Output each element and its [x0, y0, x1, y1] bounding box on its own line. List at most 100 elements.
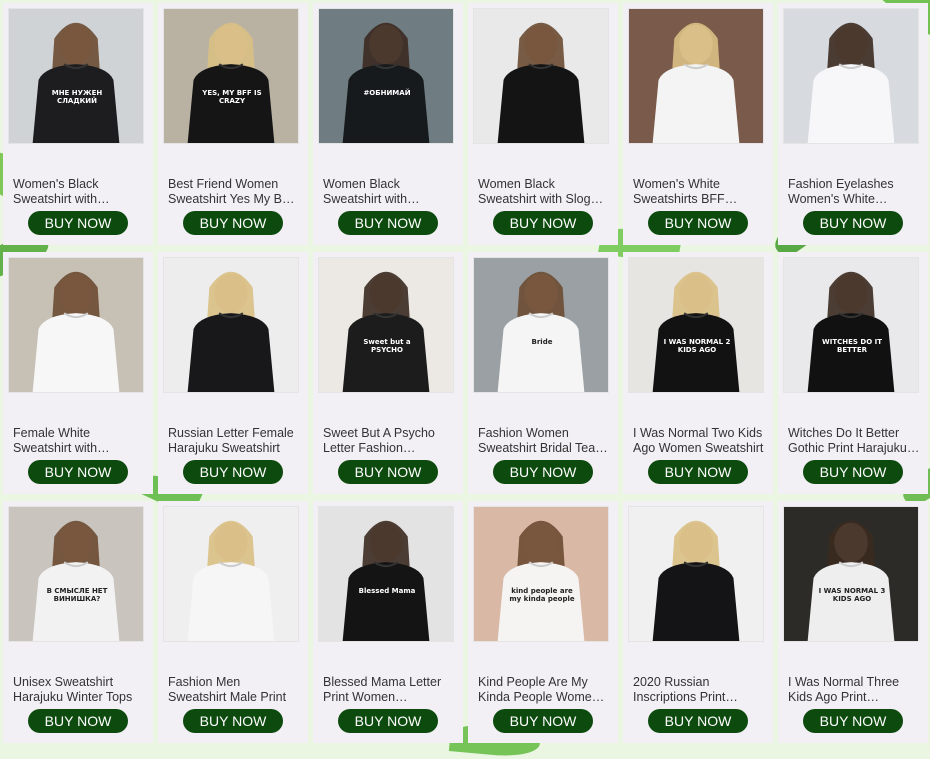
product-card[interactable]: 2020 Russian Inscriptions Print Sweatshi…	[623, 501, 773, 743]
shirt-print-text: Blessed Mama	[358, 587, 416, 595]
sweatshirt-illustration	[629, 258, 763, 392]
product-card[interactable]: В СМЫСЛЕ НЕТ ВИНИШКА? Unisex Sweatshirt H…	[3, 501, 153, 743]
product-title[interactable]: Fashion Eyelashes Women's White Sweatshi…	[788, 177, 920, 207]
product-card[interactable]: Russian Letter Female Harajuku Sweatshir…	[158, 252, 308, 494]
product-card[interactable]: МНЕ НУЖЕН СЛАДКИЙ Women's Black Sweatshir…	[3, 3, 153, 245]
sweatshirt-illustration	[164, 507, 298, 641]
product-title[interactable]: Russian Letter Female Harajuku Sweatshir…	[168, 426, 300, 456]
product-card[interactable]: I WAS NORMAL 3 KIDS AGO I Was Normal Thre…	[778, 501, 928, 743]
product-card[interactable]: Women's White Sweatshirts BFF Burger Fri…	[623, 3, 773, 245]
product-image[interactable]	[8, 257, 144, 393]
buy-now-button[interactable]: BUY NOW	[183, 460, 283, 484]
shirt-print-text: Sweet but a PSYCHO	[363, 338, 411, 354]
product-title[interactable]: Women's White Sweatshirts BFF Burger Fri…	[633, 177, 765, 207]
product-image[interactable]	[628, 8, 764, 144]
sweatshirt-illustration	[164, 258, 298, 392]
product-title[interactable]: Women Black Sweatshirt with Slogan Print	[478, 177, 610, 207]
buy-now-button[interactable]: BUY NOW	[28, 460, 128, 484]
buy-now-button[interactable]: BUY NOW	[28, 709, 128, 733]
buy-now-button[interactable]: BUY NOW	[493, 211, 593, 235]
shirt-print-text: МНЕ НУЖЕН СЛАДКИЙ	[51, 89, 103, 105]
product-image[interactable]: #ОБНИМАЙ	[318, 8, 454, 144]
product-title[interactable]: I Was Normal Three Kids Ago Print Sweats…	[788, 675, 920, 705]
buy-now-button[interactable]: BUY NOW	[183, 709, 283, 733]
shirt-print-text: Bride	[531, 338, 553, 346]
shirt-print-text: kind people are my kinda people	[509, 587, 575, 603]
sweatshirt-illustration	[629, 507, 763, 641]
product-image[interactable]	[163, 506, 299, 642]
sweatshirt-illustration	[9, 507, 143, 641]
shirt-print-text: WITCHES DO IT BETTER	[822, 338, 882, 354]
product-image[interactable]: Sweet but a PSYCHO	[318, 257, 454, 393]
product-title[interactable]: Fashion Men Sweatshirt Male Print	[168, 675, 300, 705]
buy-now-button[interactable]: BUY NOW	[803, 709, 903, 733]
product-title[interactable]: Unisex Sweatshirt Harajuku Winter Tops	[13, 675, 145, 705]
sweatshirt-illustration	[474, 507, 608, 641]
product-card[interactable]: Female White Sweatshirt with Russian Let…	[3, 252, 153, 494]
buy-now-button[interactable]: BUY NOW	[338, 460, 438, 484]
product-title[interactable]: Blessed Mama Letter Print Women Sweatshi…	[323, 675, 455, 705]
buy-now-button[interactable]: BUY NOW	[493, 460, 593, 484]
product-card[interactable]: Blessed Mama Blessed Mama Letter Print Wo…	[313, 501, 463, 743]
product-image[interactable]: YES, MY BFF IS CRAZY	[163, 8, 299, 144]
shirt-print-text: В СМЫСЛЕ НЕТ ВИНИШКА?	[46, 587, 108, 603]
buy-now-button[interactable]: BUY NOW	[183, 211, 283, 235]
sweatshirt-illustration	[474, 9, 608, 143]
sweatshirt-illustration	[474, 258, 608, 392]
shirt-print-text: YES, MY BFF IS CRAZY	[202, 89, 262, 105]
product-image[interactable]: I WAS NORMAL 2 KIDS AGO	[628, 257, 764, 393]
product-title[interactable]: 2020 Russian Inscriptions Print Sweatshi…	[633, 675, 765, 705]
product-image[interactable]: I WAS NORMAL 3 KIDS AGO	[783, 506, 919, 642]
product-image[interactable]: kind people are my kinda people	[473, 506, 609, 642]
sweatshirt-illustration	[784, 507, 918, 641]
buy-now-button[interactable]: BUY NOW	[648, 211, 748, 235]
product-title[interactable]: Kind People Are My Kinda People Women Sw…	[478, 675, 610, 705]
product-title[interactable]: Female White Sweatshirt with Russian Let…	[13, 426, 145, 456]
product-title[interactable]: Witches Do It Better Gothic Print Haraju…	[788, 426, 920, 456]
sweatshirt-illustration	[784, 9, 918, 143]
product-image[interactable]	[163, 257, 299, 393]
product-card[interactable]: #ОБНИМАЙ Women Black Sweatshirt with Russ…	[313, 3, 463, 245]
buy-now-button[interactable]: BUY NOW	[493, 709, 593, 733]
product-card[interactable]: kind people are my kinda people Kind Peop…	[468, 501, 618, 743]
product-card[interactable]: Women Black Sweatshirt with Slogan Print…	[468, 3, 618, 245]
buy-now-button[interactable]: BUY NOW	[648, 709, 748, 733]
product-image[interactable]: Bride	[473, 257, 609, 393]
product-title[interactable]: Women Black Sweatshirt with Russian Lett…	[323, 177, 455, 207]
product-card[interactable]: YES, MY BFF IS CRAZY Best Friend Women Sw…	[158, 3, 308, 245]
product-card[interactable]: Fashion Eyelashes Women's White Sweatshi…	[778, 3, 928, 245]
product-title[interactable]: I Was Normal Two Kids Ago Women Sweatshi…	[633, 426, 765, 456]
buy-now-button[interactable]: BUY NOW	[803, 211, 903, 235]
product-image[interactable]	[628, 506, 764, 642]
product-image[interactable]: МНЕ НУЖЕН СЛАДКИЙ	[8, 8, 144, 144]
product-image[interactable]: Blessed Mama	[318, 506, 454, 642]
product-card[interactable]: WITCHES DO IT BETTER Witches Do It Better…	[778, 252, 928, 494]
sweatshirt-illustration	[9, 258, 143, 392]
product-image[interactable]: В СМЫСЛЕ НЕТ ВИНИШКА?	[8, 506, 144, 642]
product-title[interactable]: Women's Black Sweatshirt with Russian Le…	[13, 177, 145, 207]
shirt-print-text: I WAS NORMAL 2 KIDS AGO	[663, 338, 731, 354]
product-title[interactable]: Fashion Women Sweatshirt Bridal Team Bri…	[478, 426, 610, 456]
product-card[interactable]: Bride Fashion Women Sweatshirt Bridal Tea…	[468, 252, 618, 494]
sweatshirt-illustration	[9, 9, 143, 143]
product-image[interactable]	[473, 8, 609, 144]
product-image[interactable]	[783, 8, 919, 144]
sweatshirt-illustration	[319, 258, 453, 392]
buy-now-button[interactable]: BUY NOW	[338, 211, 438, 235]
product-title[interactable]: Sweet But A Psycho Letter Fashion Sweats…	[323, 426, 455, 456]
product-title[interactable]: Best Friend Women Sweatshirt Yes My BFF …	[168, 177, 300, 207]
product-image[interactable]: WITCHES DO IT BETTER	[783, 257, 919, 393]
buy-now-button[interactable]: BUY NOW	[648, 460, 748, 484]
shirt-print-text: #ОБНИМАЙ	[363, 89, 411, 97]
buy-now-button[interactable]: BUY NOW	[803, 460, 903, 484]
sweatshirt-illustration	[164, 9, 298, 143]
buy-now-button[interactable]: BUY NOW	[28, 211, 128, 235]
product-card[interactable]: I WAS NORMAL 2 KIDS AGO I Was Normal Two …	[623, 252, 773, 494]
product-card[interactable]: Fashion Men Sweatshirt Male Print BUY NOW	[158, 501, 308, 743]
sweatshirt-illustration	[784, 258, 918, 392]
sweatshirt-illustration	[319, 9, 453, 143]
buy-now-button[interactable]: BUY NOW	[338, 709, 438, 733]
sweatshirt-illustration	[319, 507, 453, 641]
product-grid: МНЕ НУЖЕН СЛАДКИЙ Women's Black Sweatshir…	[3, 3, 928, 743]
product-card[interactable]: Sweet but a PSYCHO Sweet But A Psycho Let…	[313, 252, 463, 494]
